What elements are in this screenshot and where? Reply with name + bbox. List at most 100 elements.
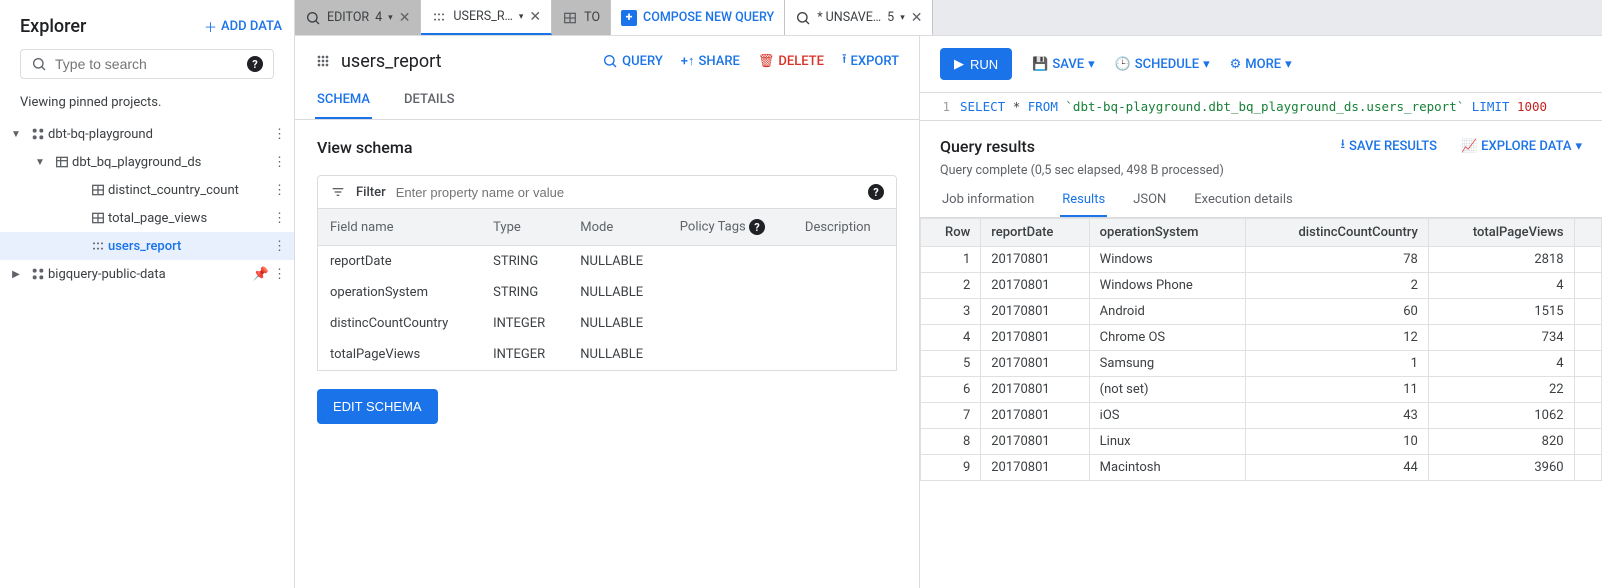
sql-editor[interactable]: 1 SELECT * FROM `dbt-bq-playground.dbt_b… — [920, 93, 1602, 121]
schedule-button[interactable]: 🕒 SCHEDULE ▾ — [1115, 57, 1210, 72]
more-button[interactable]: ⚙ MORE ▾ — [1230, 57, 1292, 72]
col-fieldname: Field name — [318, 209, 482, 246]
expand-icon[interactable]: ▼ — [4, 129, 28, 140]
filter-input[interactable] — [396, 185, 858, 200]
chevron-down-icon[interactable]: ▾ — [388, 13, 393, 23]
close-icon[interactable]: ✕ — [911, 10, 923, 26]
save-results-label: SAVE RESULTS — [1349, 139, 1437, 154]
kebab-icon[interactable]: ⋮ — [273, 183, 286, 198]
schema-row: distincCountCountryINTEGERNULLABLE — [318, 308, 897, 339]
kebab-icon[interactable]: ⋮ — [273, 155, 286, 170]
search-input-wrap[interactable]: ? — [20, 49, 274, 79]
tab-label: COMPOSE NEW QUERY — [643, 10, 774, 25]
results-table: RowreportDateoperationSystemdistincCount… — [920, 218, 1602, 481]
close-icon[interactable]: ✕ — [399, 10, 411, 26]
tab-job-info[interactable]: Job information — [940, 186, 1036, 217]
tab-results[interactable]: Results — [1060, 186, 1107, 217]
col-policy: Policy Tags ? — [668, 209, 793, 246]
help-icon[interactable]: ? — [247, 56, 263, 72]
tree-node-total_page_views[interactable]: total_page_views⋮ — [0, 204, 294, 232]
chart-icon: 📈 — [1461, 139, 1477, 154]
explore-data-button[interactable]: 📈 EXPLORE DATA ▾ — [1461, 139, 1582, 154]
pin-icon[interactable]: 📌 — [253, 267, 269, 282]
view-icon — [88, 238, 108, 254]
result-row: 720170801iOS431062 — [921, 403, 1602, 429]
col-desc: Description — [793, 209, 897, 246]
view-icon — [315, 53, 331, 69]
col-Row: Row — [921, 219, 981, 247]
tab-execution[interactable]: Execution details — [1192, 186, 1294, 217]
help-icon[interactable]: ? — [868, 184, 884, 200]
col-mode: Mode — [568, 209, 668, 246]
result-row: 120170801Windows782818 — [921, 247, 1602, 273]
editor-tab[interactable]: EDITOR 4 ▾ ✕ — [295, 0, 421, 35]
tree-node-distinct_country_count[interactable]: distinct_country_count⋮ — [0, 176, 294, 204]
kebab-icon[interactable]: ⋮ — [273, 239, 286, 254]
tab-json[interactable]: JSON — [1131, 186, 1168, 217]
download-icon: ⭳ — [1340, 135, 1345, 157]
col-reportDate: reportDate — [981, 219, 1089, 247]
close-icon[interactable]: ✕ — [529, 9, 541, 25]
tab-badge: 4 — [375, 10, 382, 25]
run-label: RUN — [970, 57, 998, 72]
tree-node-dbt-bq-playground[interactable]: ▼dbt-bq-playground⋮ — [0, 120, 294, 148]
tree-node-bigquery-public-data[interactable]: ▶bigquery-public-data📌⋮ — [0, 260, 294, 288]
editor-tab[interactable]: TO — [552, 0, 611, 35]
explore-data-label: EXPLORE DATA — [1481, 139, 1571, 154]
help-icon[interactable]: ? — [749, 219, 765, 235]
chevron-down-icon[interactable]: ▾ — [900, 13, 905, 23]
run-button[interactable]: ▶ RUN — [940, 48, 1012, 80]
save-results-button[interactable]: ⭳ SAVE RESULTS — [1340, 135, 1437, 157]
save-label: SAVE — [1052, 57, 1084, 72]
chevron-down-icon: ▾ — [1285, 57, 1292, 72]
query-panel: ▶ RUN 💾 SAVE ▾ 🕒 SCHEDULE ▾ ⚙ — [920, 36, 1602, 588]
details-tab[interactable]: DETAILS — [402, 82, 456, 119]
expand-icon[interactable]: ▼ — [28, 157, 52, 168]
result-row: 620170801(not set)1122 — [921, 377, 1602, 403]
editor-tab[interactable]: USERS_R…▾✕ — [421, 0, 552, 35]
result-row: 520170801Samsung14 — [921, 351, 1602, 377]
schema-filter[interactable]: Filter ? — [317, 175, 897, 209]
schema-row: operationSystemSTRINGNULLABLE — [318, 277, 897, 308]
trash-icon: 🗑 — [758, 54, 775, 69]
table-icon — [88, 182, 108, 198]
tree-node-dbt_bq_playground_ds[interactable]: ▼dbt_bq_playground_ds⋮ — [0, 148, 294, 176]
detail-title-text: users_report — [341, 51, 442, 72]
result-row: 920170801Macintosh443960 — [921, 455, 1602, 481]
chevron-down-icon[interactable]: ▾ — [519, 12, 524, 22]
add-data-button[interactable]: ＋ ADD DATA — [204, 17, 282, 36]
schema-heading: View schema — [317, 138, 897, 157]
edit-schema-button[interactable]: EDIT SCHEMA — [317, 389, 438, 424]
result-row: 420170801Chrome OS12734 — [921, 325, 1602, 351]
dataset-icon — [52, 154, 72, 170]
tab-label: * UNSAVE… — [817, 10, 881, 25]
export-button[interactable]: ⭱ EXPORT — [842, 50, 899, 72]
results-title: Query results — [940, 137, 1316, 156]
delete-label: DELETE — [778, 54, 824, 69]
expand-icon[interactable]: ▶ — [4, 269, 28, 280]
schema-tab[interactable]: SCHEMA — [315, 82, 372, 119]
search-input[interactable] — [55, 56, 239, 72]
table-icon — [88, 210, 108, 226]
share-icon: +↑ — [681, 53, 695, 69]
col-operationSystem: operationSystem — [1089, 219, 1245, 247]
kebab-icon[interactable]: ⋮ — [273, 211, 286, 226]
schema-row: reportDateSTRINGNULLABLE — [318, 246, 897, 278]
share-button[interactable]: +↑ SHARE — [681, 50, 740, 72]
clock-icon: 🕒 — [1115, 57, 1131, 72]
export-icon: ⭱ — [842, 50, 847, 72]
result-row: 320170801Android601515 — [921, 299, 1602, 325]
save-button[interactable]: 💾 SAVE ▾ — [1032, 57, 1094, 72]
tree-label: distinct_country_count — [108, 183, 273, 198]
delete-button[interactable]: 🗑 DELETE — [758, 50, 824, 72]
compose-query-tab[interactable]: +COMPOSE NEW QUERY — [611, 0, 785, 35]
tab-label: EDITOR — [327, 10, 369, 25]
plus-icon: ＋ — [204, 17, 217, 36]
tree-node-users_report[interactable]: users_report⋮ — [0, 232, 294, 260]
editor-tab[interactable]: * UNSAVE…5▾✕ — [785, 0, 933, 35]
kebab-icon[interactable]: ⋮ — [273, 127, 286, 142]
col-type: Type — [481, 209, 568, 246]
kebab-icon[interactable]: ⋮ — [273, 267, 286, 282]
schema-row: totalPageViewsINTEGERNULLABLE — [318, 339, 897, 371]
query-button[interactable]: QUERY — [602, 50, 663, 72]
